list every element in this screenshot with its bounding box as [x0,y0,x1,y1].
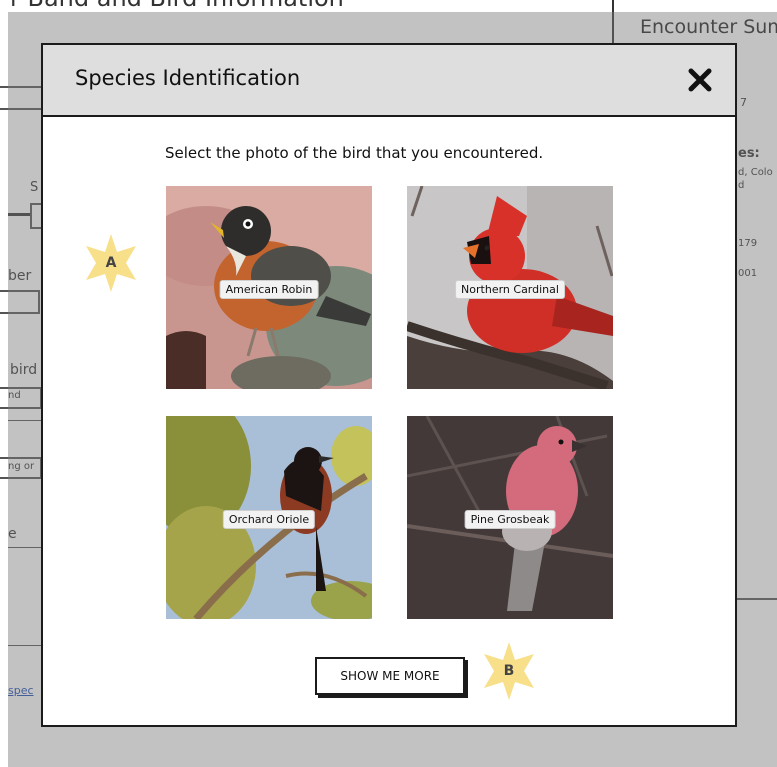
bird-label: Northern Cardinal [455,280,565,299]
modal-header: Species Identification [43,45,735,117]
instruction-text: Select the photo of the bird that you en… [165,144,544,162]
show-me-more-button[interactable]: SHOW ME MORE [315,657,465,695]
bird-tile-pine-grosbeak[interactable]: Pine Grosbeak [407,416,613,619]
modal-title: Species Identification [75,66,301,90]
marker-letter: B [503,663,515,679]
page-title: r Band and Bird Information [10,0,344,12]
bird-tile-northern-cardinal[interactable]: Northern Cardinal [407,186,613,389]
bird-label: Orchard Oriole [222,510,316,529]
marker-letter: A [105,255,117,271]
bird-label: American Robin [219,280,319,299]
close-button[interactable] [685,65,715,95]
species-identification-modal: Species Identification Select the photo … [41,43,737,727]
bird-label: Pine Grosbeak [464,510,556,529]
close-icon [688,68,712,92]
bird-tile-orchard-oriole[interactable]: Orchard Oriole [166,416,372,619]
bird-tile-american-robin[interactable]: American Robin [166,186,372,389]
annotation-marker-a: A [80,232,142,294]
annotation-marker-b: B [478,640,540,702]
